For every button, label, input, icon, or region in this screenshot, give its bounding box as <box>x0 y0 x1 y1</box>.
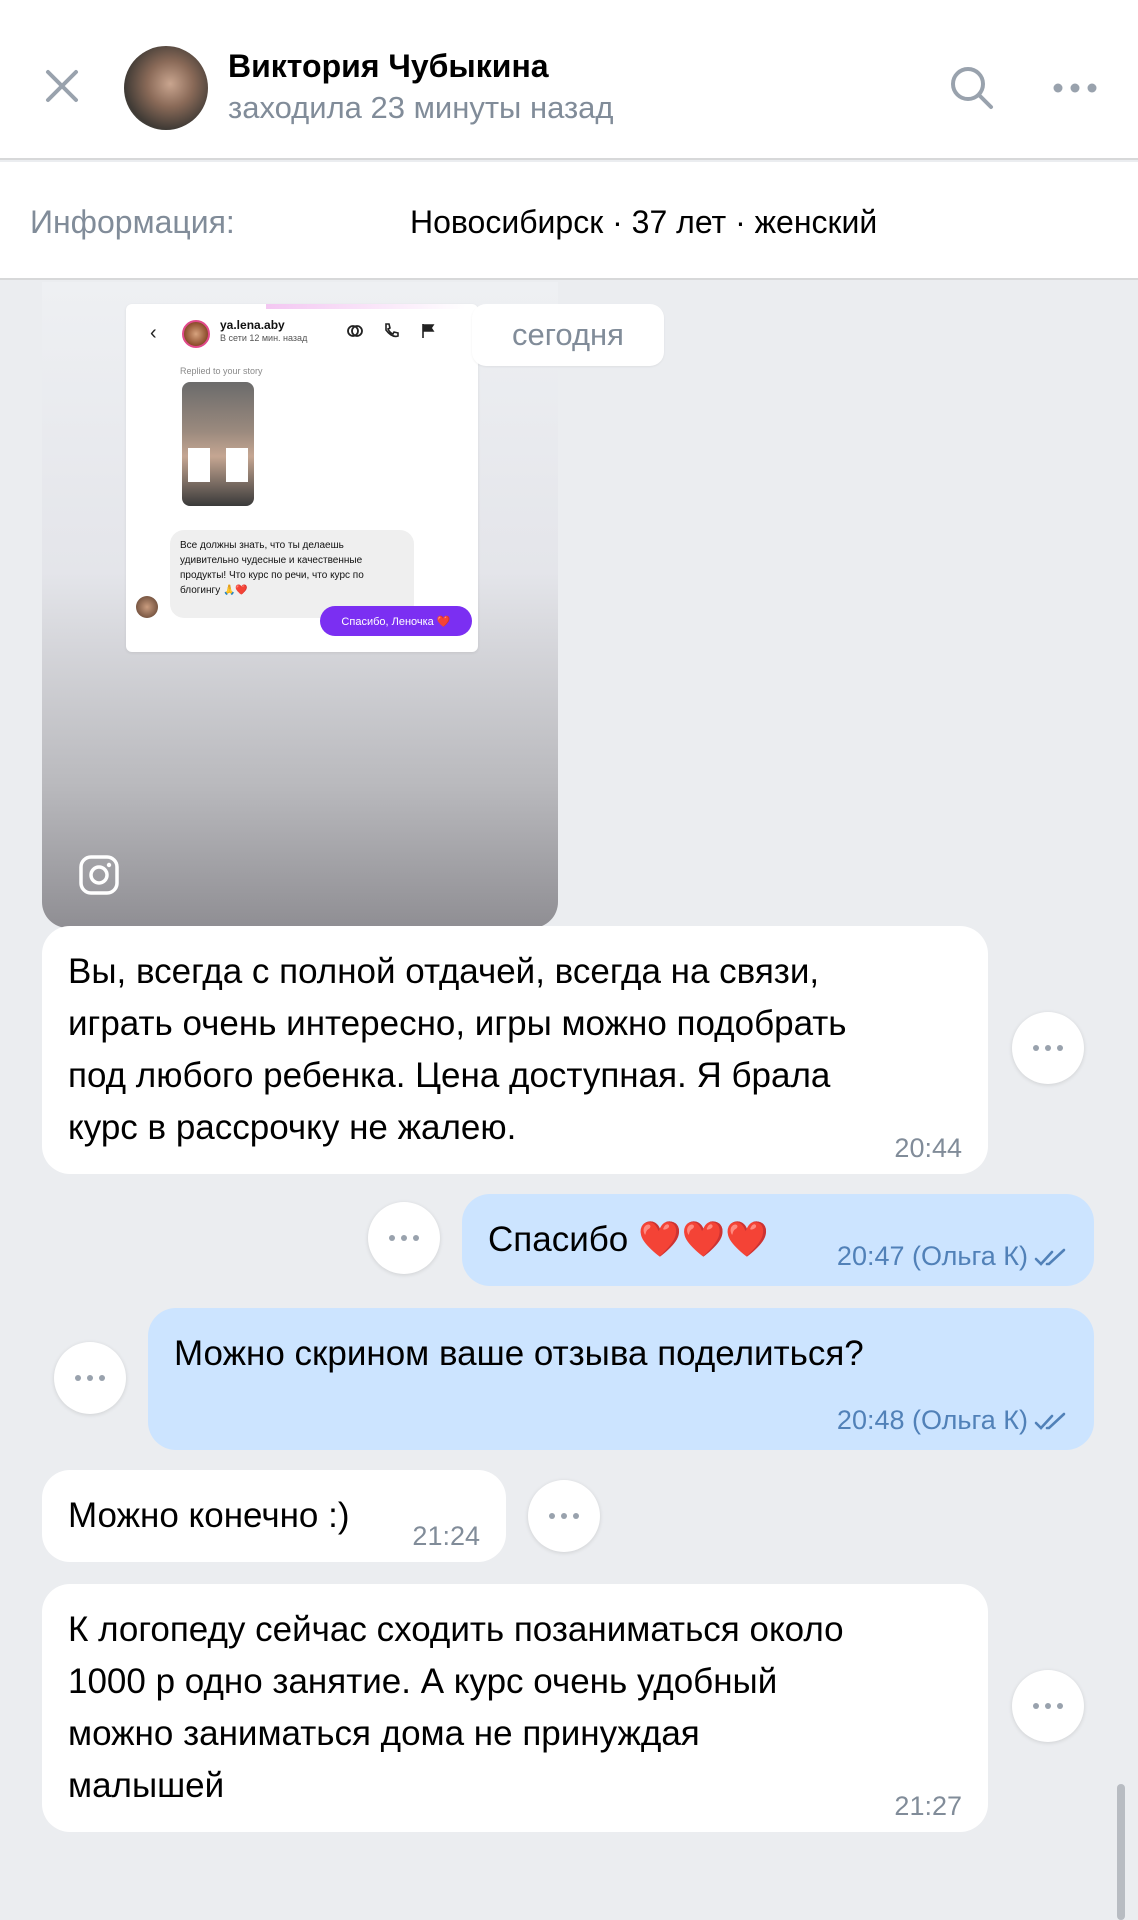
story-replied-label: Replied to your story <box>180 366 263 376</box>
info-label: Информация: <box>30 204 235 240</box>
message-time: 20:48 (Ольга К) <box>837 1394 1068 1446</box>
contact-info-bar: Информация: Новосибирск · 37 лет · женск… <box>0 162 1138 280</box>
double-check-icon <box>1034 1412 1066 1430</box>
search-icon[interactable] <box>946 62 998 114</box>
flag-icon <box>422 324 435 338</box>
message-time: 21:24 <box>412 1521 480 1551</box>
story-action-icons <box>346 322 437 345</box>
message-actions-button[interactable] <box>528 1480 600 1552</box>
message-text: Можно конечно :) <box>68 1496 350 1535</box>
story-photo-thumbnail <box>182 382 254 506</box>
message-actions-button[interactable] <box>1012 1012 1084 1084</box>
story-reply-bubble: Спасибо, Леночка ❤️ <box>320 606 472 636</box>
message-bubble-outgoing[interactable]: Спасибо ❤️❤️❤️ 20:47 (Ольга К) <box>462 1194 1094 1286</box>
close-icon[interactable] <box>38 62 86 110</box>
message-actions-button[interactable] <box>368 1202 440 1274</box>
info-value: Новосибирск · 37 лет · женский <box>410 204 878 240</box>
story-username: ya.lena.aby <box>220 318 285 332</box>
message-text: Спасибо ❤️❤️❤️ <box>488 1220 769 1259</box>
contact-status: заходила 23 минуты назад <box>228 90 614 125</box>
back-arrow-icon: ‹ <box>150 322 157 344</box>
message-actions-button[interactable] <box>1012 1670 1084 1742</box>
story-user-avatar <box>182 320 210 348</box>
story-online-status: В сети 12 мин. назад <box>220 333 308 343</box>
message-bubble-incoming[interactable]: Можно конечно :) 21:24 <box>42 1470 506 1562</box>
story-screenshot: ‹ ya.lena.aby В сети 12 мин. назад Repli… <box>126 304 478 652</box>
scrollbar[interactable] <box>1117 1784 1125 1920</box>
shared-story-attachment[interactable]: ‹ ya.lena.aby В сети 12 мин. назад Repli… <box>42 282 558 928</box>
contact-name[interactable]: Виктория Чубыкина <box>228 48 549 85</box>
message-text: Можно скрином ваше отзыва поделиться? <box>174 1334 864 1373</box>
contact-avatar[interactable] <box>124 46 208 130</box>
chat-header: Виктория Чубыкина заходила 23 минуты наз… <box>0 0 1138 160</box>
link-icon <box>347 325 363 337</box>
story-message-bubble: Все должны знать, что ты делаешь удивите… <box>170 530 414 618</box>
message-bubble-incoming[interactable]: К логопеду сейчас сходить позаниматься о… <box>42 1584 988 1832</box>
message-time: 20:44 <box>894 1133 962 1163</box>
story-sender-avatar <box>136 596 158 618</box>
instagram-icon <box>79 855 119 895</box>
message-actions-button[interactable] <box>54 1342 126 1414</box>
phone-icon <box>385 323 400 338</box>
message-bubble-incoming[interactable]: Вы, всегда с полной отдачей, всегда на с… <box>42 926 988 1174</box>
message-text: К логопеду сейчас сходить позаниматься о… <box>68 1610 844 1805</box>
more-options-icon[interactable] <box>1050 70 1100 106</box>
message-bubble-outgoing[interactable]: Можно скрином ваше отзыва поделиться? 20… <box>148 1308 1094 1450</box>
message-text: Вы, всегда с полной отдачей, всегда на с… <box>68 952 847 1147</box>
message-list[interactable]: ‹ ya.lena.aby В сети 12 мин. назад Repli… <box>0 282 1138 1920</box>
message-time: 21:27 <box>894 1791 962 1821</box>
double-check-icon <box>1034 1248 1066 1266</box>
story-progress-line <box>266 304 466 309</box>
message-time: 20:47 (Ольга К) <box>837 1230 1068 1282</box>
date-separator: сегодня <box>472 304 664 366</box>
